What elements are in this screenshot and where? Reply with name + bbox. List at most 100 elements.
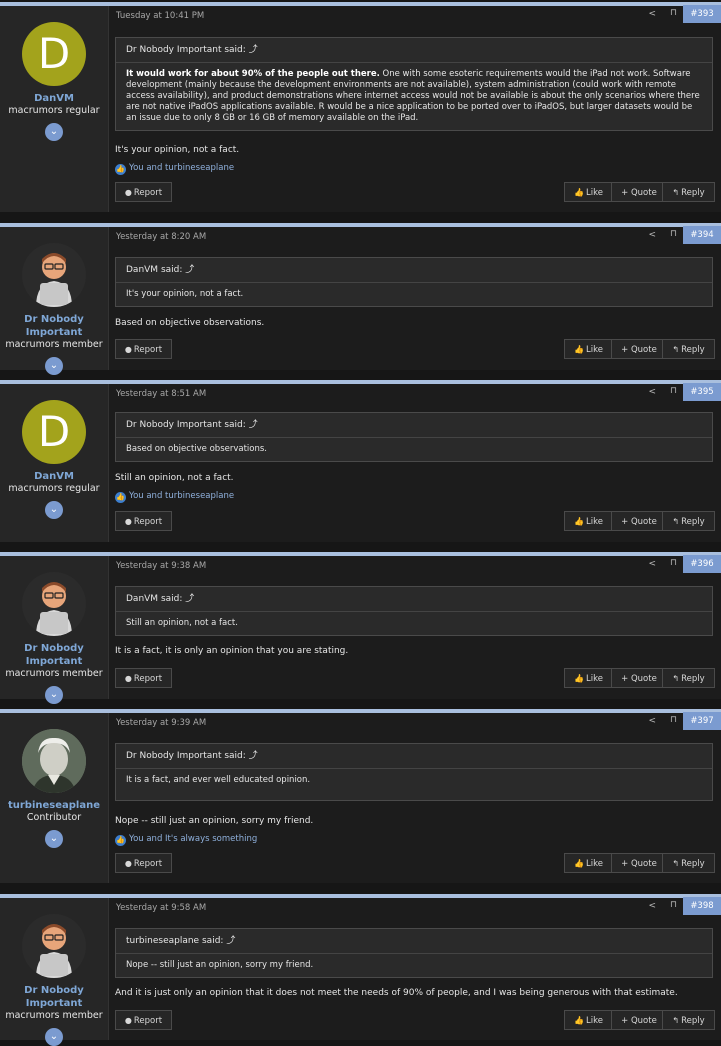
author-name[interactable]: DanVM (0, 470, 108, 483)
share-icon[interactable]: < (648, 230, 656, 240)
quote-header[interactable]: DanVM said: ⤴ (116, 587, 712, 612)
reply-label: Reply (681, 1016, 705, 1026)
avatar[interactable]: D (22, 400, 86, 464)
arrow-up-icon[interactable]: ⤴ (185, 594, 194, 604)
quote-header[interactable]: DanVM said: ⤴ (116, 258, 712, 283)
post-number[interactable]: #394 (683, 226, 721, 244)
arrow-up-icon[interactable]: ⤴ (249, 45, 258, 55)
like-button[interactable]: 👍 Like (564, 1010, 613, 1030)
chevron-down-icon[interactable]: ⌄ (45, 123, 63, 141)
author-name[interactable]: turbineseaplane (0, 799, 108, 812)
chevron-down-icon[interactable]: ⌄ (45, 357, 63, 375)
quote-button[interactable]: + Quote (611, 511, 667, 531)
like-button[interactable]: 👍 Like (564, 668, 613, 688)
reply-button[interactable]: ↰ Reply (662, 668, 715, 688)
arrow-up-icon[interactable]: ⤴ (226, 936, 235, 946)
post-time[interactable]: Yesterday at 9:38 AM (116, 561, 206, 571)
report-button[interactable]: ● Report (115, 511, 172, 531)
chevron-down-icon[interactable]: ⌄ (45, 686, 63, 704)
bookmark-icon[interactable]: ⊓ (670, 558, 677, 568)
like-button[interactable]: 👍 Like (564, 339, 613, 359)
report-button[interactable]: ● Report (115, 182, 172, 202)
reply-button[interactable]: ↰ Reply (662, 511, 715, 531)
share-icon[interactable]: < (648, 901, 656, 911)
chevron-down-icon[interactable]: ⌄ (45, 501, 63, 519)
author-name[interactable]: Dr Nobody Important (0, 642, 108, 668)
avatar[interactable] (22, 914, 86, 978)
post-number[interactable]: #398 (683, 897, 721, 915)
chevron-down-icon[interactable]: ⌄ (45, 1028, 63, 1046)
avatar[interactable] (22, 572, 86, 636)
avatar[interactable] (22, 729, 86, 793)
quote-header[interactable]: Dr Nobody Important said: ⤴ (116, 413, 712, 438)
quote-author: turbineseaplane (126, 936, 200, 946)
share-icon[interactable]: < (648, 387, 656, 397)
reactions-bar[interactable]: 👍 You and turbineseaplane (115, 163, 234, 175)
like-button[interactable]: 👍 Like (564, 853, 613, 873)
report-button[interactable]: ● Report (115, 1010, 172, 1030)
report-button[interactable]: ● Report (115, 339, 172, 359)
author-name[interactable]: Dr Nobody Important (0, 984, 108, 1010)
reply-button[interactable]: ↰ Reply (662, 339, 715, 359)
post-time[interactable]: Yesterday at 8:20 AM (116, 232, 206, 242)
post-number[interactable]: #397 (683, 712, 721, 730)
quote-header[interactable]: turbineseaplane said: ⤴ (116, 929, 712, 954)
quote-block: Dr Nobody Important said: ⤴ It would wor… (115, 37, 713, 131)
reactions-bar[interactable]: 👍 You and It's always something (115, 834, 257, 846)
post-number[interactable]: #396 (683, 555, 721, 573)
quote-text: It's your opinion, not a fact. (126, 289, 244, 299)
bookmark-icon[interactable]: ⊓ (670, 8, 677, 18)
avatar[interactable] (22, 243, 86, 307)
quote-header[interactable]: Dr Nobody Important said: ⤴ (116, 38, 712, 63)
quote-text: Based on objective observations. (126, 444, 268, 454)
share-icon[interactable]: < (648, 9, 656, 19)
post-time[interactable]: Yesterday at 8:51 AM (116, 389, 206, 399)
quote-text: It is a fact, and ever well educated opi… (126, 775, 311, 785)
post-number[interactable]: #395 (683, 383, 721, 401)
report-icon: ● (124, 345, 132, 354)
reply-button[interactable]: ↰ Reply (662, 182, 715, 202)
author-name[interactable]: DanVM (0, 92, 108, 105)
quote-text: It would work for about 90% of the peopl… (116, 63, 712, 130)
reply-button[interactable]: ↰ Reply (662, 1010, 715, 1030)
said-label: said: (224, 751, 246, 761)
share-icon[interactable]: < (648, 716, 656, 726)
quote-button[interactable]: + Quote (611, 1010, 667, 1030)
like-label: Like (586, 674, 603, 684)
reply-label: Reply (681, 188, 705, 198)
like-label: Like (586, 188, 603, 198)
quote-button[interactable]: + Quote (611, 339, 667, 359)
bookmark-icon[interactable]: ⊓ (670, 386, 677, 396)
author-title: macrumors member (5, 339, 103, 350)
bookmark-icon[interactable]: ⊓ (670, 715, 677, 725)
reply-button[interactable]: ↰ Reply (662, 853, 715, 873)
reactions-bar[interactable]: 👍 You and turbineseaplane (115, 491, 234, 503)
like-button[interactable]: 👍 Like (564, 182, 613, 202)
share-icon[interactable]: < (648, 559, 656, 569)
post-time[interactable]: Yesterday at 9:58 AM (116, 903, 206, 913)
post-time[interactable]: Yesterday at 9:39 AM (116, 718, 206, 728)
like-button[interactable]: 👍 Like (564, 511, 613, 531)
post-time[interactable]: Tuesday at 10:41 PM (116, 11, 204, 21)
bookmark-icon[interactable]: ⊓ (670, 900, 677, 910)
quote-button[interactable]: + Quote (611, 853, 667, 873)
post-number[interactable]: #393 (683, 5, 721, 23)
quote-block: DanVM said: ⤴ It's your opinion, not a f… (115, 257, 713, 307)
arrow-up-icon[interactable]: ⤴ (249, 751, 258, 761)
quote-button[interactable]: + Quote (611, 668, 667, 688)
quote-button[interactable]: + Quote (611, 182, 667, 202)
avatar[interactable]: D (22, 22, 86, 86)
like-icon: 👍 (574, 1016, 584, 1025)
bookmark-icon[interactable]: ⊓ (670, 229, 677, 239)
quote-header[interactable]: Dr Nobody Important said: ⤴ (116, 744, 712, 769)
report-button[interactable]: ● Report (115, 853, 172, 873)
post-body: It's your opinion, not a fact. (115, 145, 240, 155)
report-button[interactable]: ● Report (115, 668, 172, 688)
chevron-down-icon[interactable]: ⌄ (45, 830, 63, 848)
post-body: And it is just only an opinion that it d… (115, 988, 678, 998)
author-name[interactable]: Dr Nobody Important (0, 313, 108, 339)
quote-bold-text: It would work for about 90% of the peopl… (126, 69, 380, 79)
memoji-avatar-image (22, 572, 86, 636)
arrow-up-icon[interactable]: ⤴ (185, 265, 194, 275)
arrow-up-icon[interactable]: ⤴ (249, 420, 258, 430)
